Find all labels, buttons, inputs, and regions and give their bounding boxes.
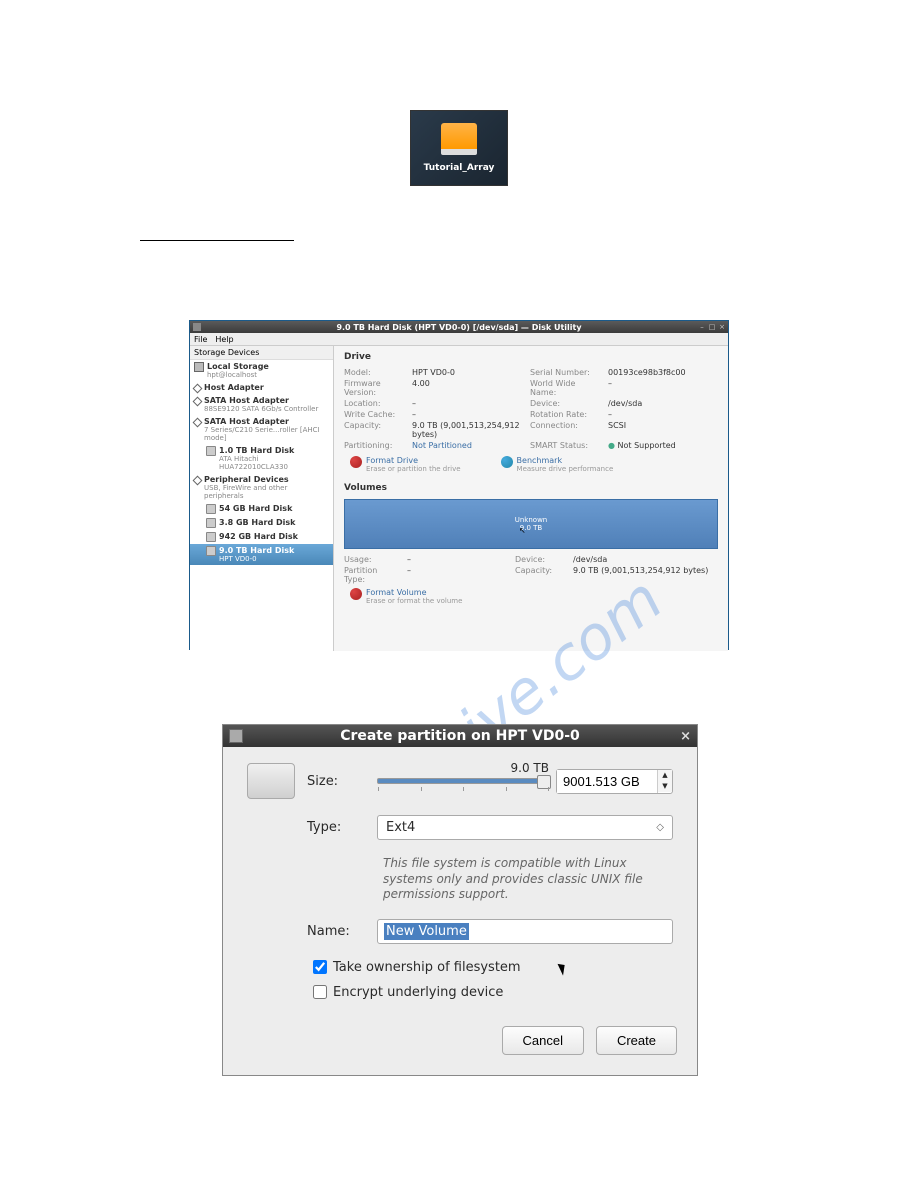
ownership-label: Take ownership of filesystem [333, 960, 521, 975]
computer-icon [194, 362, 204, 372]
cursor-icon: ↖ [519, 526, 526, 535]
sidebar: Storage Devices Local Storagehpt@localho… [190, 346, 334, 651]
window-icon [193, 323, 201, 331]
volume-bar[interactable]: Unknown 9.0 TB ↖ [344, 499, 718, 549]
hdd-icon [206, 532, 216, 542]
drive-icon [247, 763, 295, 799]
size-input[interactable] [557, 770, 657, 793]
hdd-icon [206, 446, 216, 456]
type-value: Ext4 [386, 820, 415, 835]
close-button[interactable]: × [680, 729, 691, 744]
type-hint: This file system is compatible with Linu… [383, 856, 673, 903]
menu-help[interactable]: Help [215, 335, 233, 344]
maximize-button[interactable]: □ [708, 323, 716, 331]
size-spinbox[interactable]: ▲ ▼ [556, 769, 673, 794]
sidebar-item-942gb-disk[interactable]: 942 GB Hard Disk [190, 530, 333, 544]
drive-section-title: Drive [344, 352, 718, 362]
encrypt-label: Encrypt underlying device [333, 985, 503, 1000]
sidebar-item-host-adapter[interactable]: Host Adapter [190, 381, 333, 394]
create-partition-dialog: Create partition on HPT VD0-0 × Size: 9.… [222, 724, 698, 1076]
sidebar-item-3-8gb-disk[interactable]: 3.8 GB Hard Disk [190, 516, 333, 530]
sidebar-item-1tb-disk[interactable]: 1.0 TB Hard DiskATA Hitachi HUA722010CLA… [190, 444, 333, 473]
window-controls: – □ × [698, 323, 726, 331]
sidebar-item-sata-adapter-1[interactable]: SATA Host Adapter88SE9120 SATA 6Gb/s Con… [190, 394, 333, 415]
hdd-icon [206, 518, 216, 528]
volumes-section-title: Volumes [344, 483, 718, 493]
hdd-icon [206, 546, 216, 556]
format-icon [350, 456, 362, 468]
ownership-checkbox[interactable] [313, 960, 327, 974]
cancel-button[interactable]: Cancel [502, 1026, 584, 1055]
menubar: File Help [190, 333, 728, 346]
size-label: Size: [307, 774, 377, 789]
type-label: Type: [307, 820, 377, 835]
type-select[interactable]: Ext4 ◇ [377, 815, 673, 840]
format-drive-action[interactable]: Format DriveErase or partition the drive [350, 456, 461, 473]
sidebar-item-54gb-disk[interactable]: 54 GB Hard Disk [190, 502, 333, 516]
window-title: 9.0 TB Hard Disk (HPT VD0-0) [/dev/sda] … [336, 323, 581, 332]
drive-details: Model:HPT VD0-0Serial Number:00193ce98b3… [344, 368, 718, 450]
spin-down-button[interactable]: ▼ [658, 781, 672, 792]
adapter-icon [193, 476, 203, 486]
volume-details: Usage:–Device:/dev/sda Partition Type:–C… [344, 555, 718, 584]
adapter-icon [193, 418, 203, 428]
sidebar-item-9tb-disk[interactable]: 9.0 TB Hard DiskHPT VD0-0 [190, 544, 333, 565]
main-panel: Drive Model:HPT VD0-0Serial Number:00193… [334, 346, 728, 651]
benchmark-action[interactable]: BenchmarkMeasure drive performance [501, 456, 614, 473]
divider [140, 240, 294, 241]
create-button[interactable]: Create [596, 1026, 677, 1055]
disk-utility-window: 9.0 TB Hard Disk (HPT VD0-0) [/dev/sda] … [189, 320, 729, 650]
sidebar-header: Storage Devices [190, 346, 333, 360]
titlebar[interactable]: 9.0 TB Hard Disk (HPT VD0-0) [/dev/sda] … [190, 321, 728, 333]
hdd-icon [206, 504, 216, 514]
name-label: Name: [307, 924, 377, 939]
name-input[interactable]: New Volume [377, 919, 673, 944]
minimize-button[interactable]: – [698, 323, 706, 331]
sidebar-item-peripherals[interactable]: Peripheral DevicesUSB, FireWire and othe… [190, 473, 333, 502]
format-icon [350, 588, 362, 600]
adapter-icon [193, 397, 203, 407]
desktop-drive-icon[interactable]: Tutorial_Array [410, 110, 508, 186]
sidebar-item-sata-adapter-2[interactable]: SATA Host Adapter7 Series/C210 Serie...r… [190, 415, 333, 444]
encrypt-checkbox[interactable] [313, 985, 327, 999]
desktop-icon-label: Tutorial_Array [424, 163, 495, 173]
dialog-title: Create partition on HPT VD0-0 [223, 728, 697, 744]
name-value: New Volume [384, 923, 469, 940]
sidebar-item-local-storage[interactable]: Local Storagehpt@localhost [190, 360, 333, 381]
menu-file[interactable]: File [194, 335, 207, 344]
spin-up-button[interactable]: ▲ [658, 770, 672, 781]
format-volume-action[interactable]: Format VolumeErase or format the volume [350, 588, 462, 605]
size-slider[interactable]: 9.0 TB [377, 778, 550, 784]
adapter-icon [193, 384, 203, 394]
dialog-titlebar[interactable]: Create partition on HPT VD0-0 × [223, 725, 697, 747]
close-button[interactable]: × [718, 323, 726, 331]
drive-icon [441, 123, 477, 155]
dropdown-icon: ◇ [656, 822, 664, 833]
benchmark-icon [501, 456, 513, 468]
